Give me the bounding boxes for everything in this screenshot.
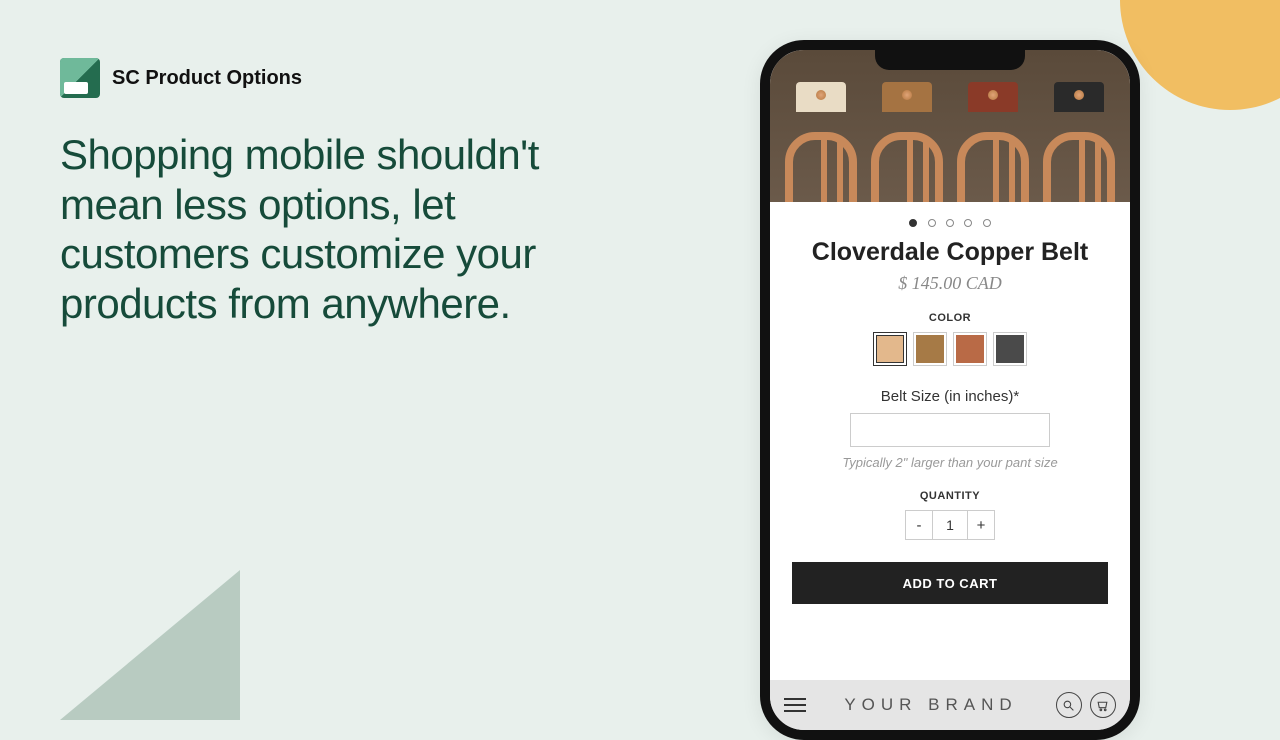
carousel-dots[interactable] bbox=[770, 202, 1130, 238]
menu-icon[interactable] bbox=[784, 698, 806, 712]
color-swatch[interactable] bbox=[873, 332, 907, 366]
product-title: Cloverdale Copper Belt bbox=[788, 238, 1112, 267]
decoration-circle bbox=[1120, 0, 1280, 110]
carousel-dot[interactable] bbox=[983, 219, 991, 227]
belt-size-hint: Typically 2" larger than your pant size bbox=[788, 455, 1112, 470]
product-hero-image[interactable] bbox=[770, 50, 1130, 202]
store-brand: YOUR BRAND bbox=[844, 695, 1017, 715]
quantity-decrease-button[interactable]: - bbox=[905, 510, 933, 540]
store-footer: YOUR BRAND bbox=[770, 680, 1130, 730]
carousel-dot[interactable] bbox=[946, 219, 954, 227]
quantity-value: 1 bbox=[933, 510, 967, 540]
belt-size-input[interactable] bbox=[850, 413, 1050, 447]
search-icon[interactable] bbox=[1056, 692, 1082, 718]
quantity-increase-button[interactable]: + bbox=[967, 510, 995, 540]
color-swatch[interactable] bbox=[993, 332, 1027, 366]
phone-notch bbox=[875, 50, 1025, 70]
app-brand: SC Product Options bbox=[60, 58, 302, 98]
belt-size-label: Belt Size (in inches)* bbox=[788, 388, 1112, 405]
decoration-triangle bbox=[60, 570, 240, 720]
app-name: SC Product Options bbox=[112, 67, 302, 90]
color-swatch[interactable] bbox=[953, 332, 987, 366]
color-swatches bbox=[788, 332, 1112, 366]
cart-icon[interactable] bbox=[1090, 692, 1116, 718]
quantity-stepper: - 1 + bbox=[788, 510, 1112, 540]
add-to-cart-button[interactable]: ADD TO CART bbox=[792, 562, 1108, 604]
phone-mockup: Cloverdale Copper Belt $ 145.00 CAD COLO… bbox=[760, 40, 1140, 740]
carousel-dot[interactable] bbox=[964, 219, 972, 227]
marketing-headline: Shopping mobile shouldn't mean less opti… bbox=[60, 130, 640, 328]
quantity-label: QUANTITY bbox=[788, 490, 1112, 502]
color-option-label: COLOR bbox=[788, 312, 1112, 324]
product-price: $ 145.00 CAD bbox=[788, 273, 1112, 294]
carousel-dot[interactable] bbox=[909, 219, 917, 227]
color-swatch[interactable] bbox=[913, 332, 947, 366]
app-logo-icon bbox=[60, 58, 100, 98]
carousel-dot[interactable] bbox=[928, 219, 936, 227]
